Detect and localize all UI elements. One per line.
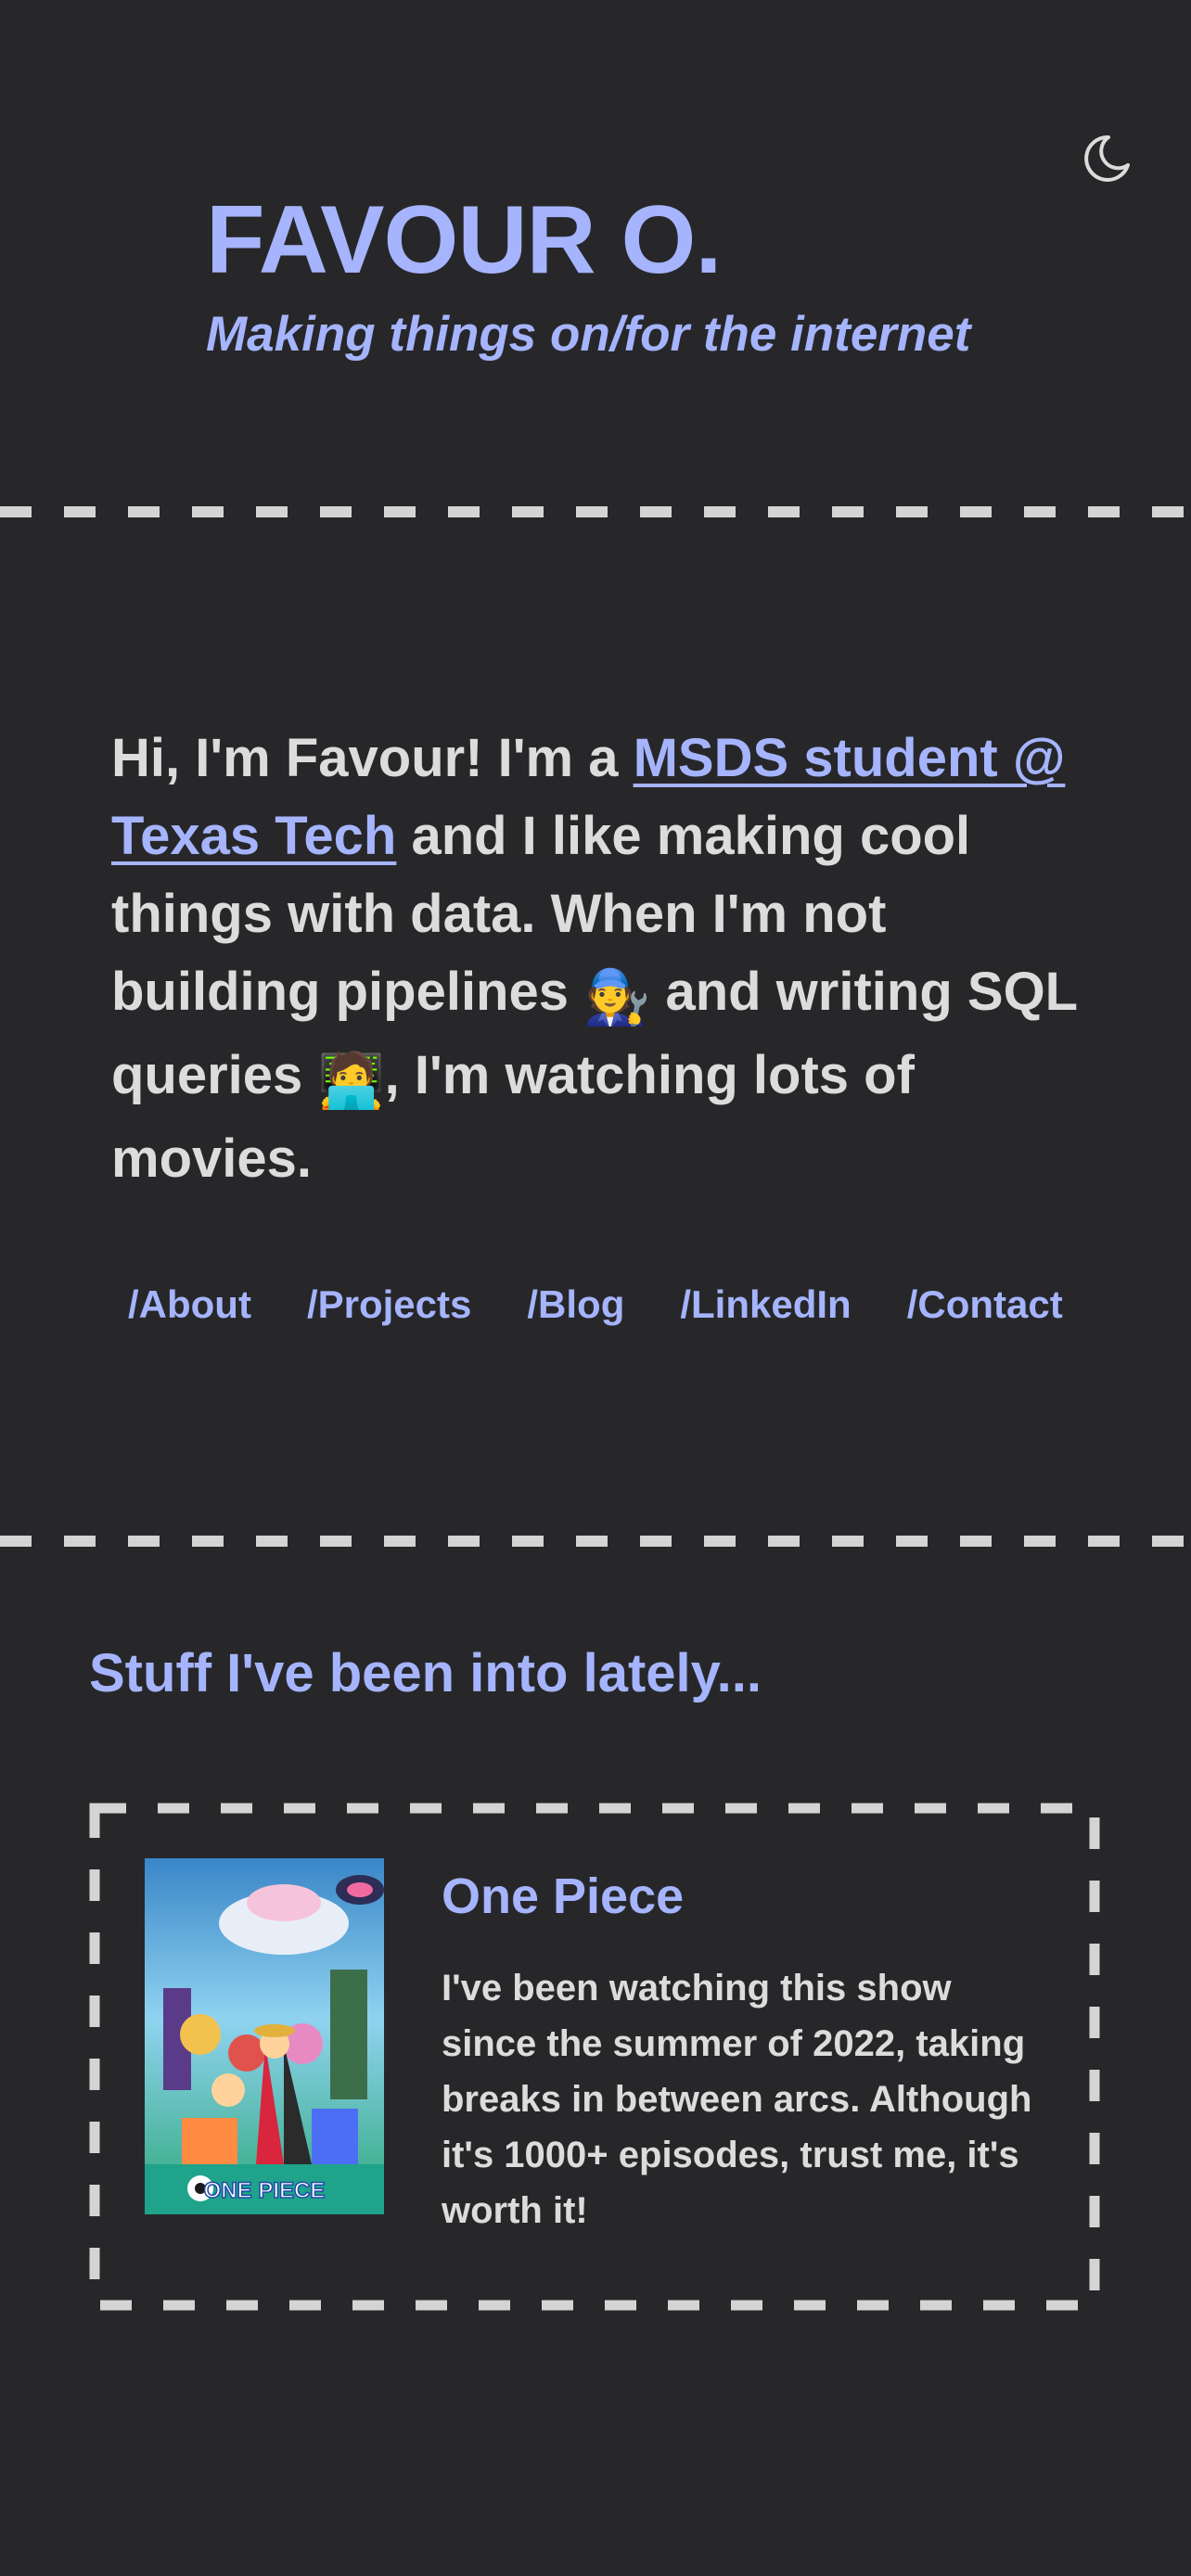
site-tagline: Making things on/for the internet <box>206 307 971 362</box>
theme-toggle-button[interactable] <box>1080 132 1133 185</box>
mechanic-emoji: 🧑‍🔧 <box>583 967 651 1027</box>
intro-prefix: Hi, I'm Favour! I'm a <box>111 728 634 788</box>
poster-logo-text: ONE PIECE <box>204 2178 326 2203</box>
nav-about-link[interactable]: /About <box>128 1280 251 1330</box>
card-description: I've been watching this show since the s… <box>442 1968 1032 2231</box>
nav-projects-link[interactable]: /Projects <box>307 1280 471 1330</box>
middle-divider <box>0 1536 1191 1547</box>
site-title: FAVOUR O. <box>206 186 722 294</box>
nav-blog-link[interactable]: /Blog <box>527 1280 624 1330</box>
technologist-emoji: 🧑‍💻 <box>317 1051 385 1111</box>
main-nav: /About /Projects /Blog /LinkedIn /Contac… <box>128 1280 1063 1330</box>
one-piece-poster: ONE PIECE <box>145 1858 384 2214</box>
moon-icon <box>1084 134 1130 182</box>
intro-paragraph: Hi, I'm Favour! I'm a MSDS student @ Tex… <box>111 720 1095 1198</box>
lately-heading: Stuff I've been into lately... <box>89 1643 762 1703</box>
top-divider <box>0 506 1191 517</box>
nav-contact-link[interactable]: /Contact <box>907 1280 1063 1330</box>
nav-linkedin-link[interactable]: /LinkedIn <box>680 1280 851 1330</box>
media-card: ONE PIECE One Piece I've been watching t… <box>89 1803 1100 2311</box>
card-title: One Piece <box>442 1868 685 1924</box>
